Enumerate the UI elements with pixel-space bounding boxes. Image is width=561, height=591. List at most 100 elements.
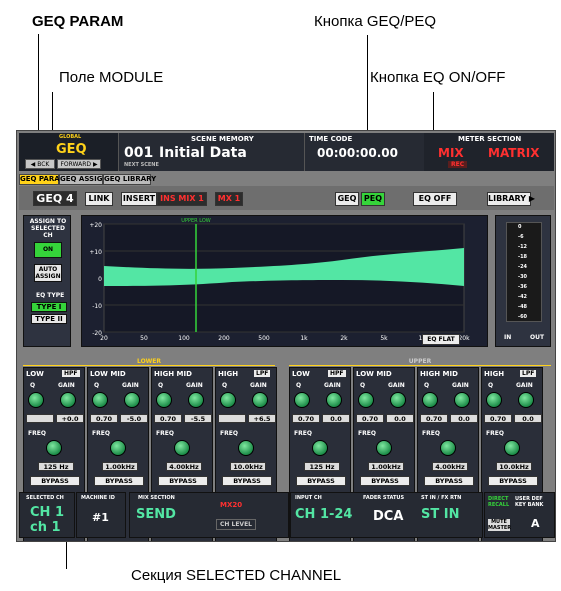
- gain-value: 0.0: [386, 414, 414, 423]
- q-knob[interactable]: [156, 392, 172, 408]
- hpf-button[interactable]: HPF: [62, 370, 80, 377]
- bypass-button[interactable]: BYPASS: [158, 476, 208, 486]
- x-tick-label: 2k: [340, 335, 348, 342]
- scene-title[interactable]: Initial Data: [159, 145, 247, 161]
- bypass-button[interactable]: BYPASS: [488, 476, 538, 486]
- user-def-label: USER DEF KEY BANK: [515, 496, 544, 508]
- freq-knob[interactable]: [312, 440, 328, 456]
- dca-button[interactable]: DCA: [373, 509, 403, 524]
- peq-button[interactable]: PEQ: [361, 192, 385, 206]
- q-knob[interactable]: [486, 392, 502, 408]
- forward-button[interactable]: FORWARD ▶: [57, 159, 101, 169]
- gain-value: +6.5: [248, 414, 276, 423]
- bypass-button[interactable]: BYPASS: [424, 476, 474, 486]
- q-label: Q: [30, 382, 36, 389]
- freq-label: FREQ: [486, 430, 504, 437]
- module-field[interactable]: GEQ 4: [33, 191, 77, 206]
- machine-id-label: MACHINE ID: [81, 495, 115, 501]
- insert-target[interactable]: INS MIX 1: [157, 192, 207, 206]
- link-button[interactable]: LINK: [85, 192, 113, 206]
- gain-knob[interactable]: [454, 392, 470, 408]
- freq-knob[interactable]: [238, 440, 254, 456]
- bypass-button[interactable]: BYPASS: [296, 476, 346, 486]
- x-tick-label: 200: [218, 335, 230, 342]
- gain-knob[interactable]: [252, 392, 268, 408]
- q-value: [26, 414, 54, 423]
- gain-knob[interactable]: [390, 392, 406, 408]
- eq-off-button[interactable]: EQ OFF: [413, 192, 457, 206]
- auto-assign-button[interactable]: AUTO ASSIGN: [34, 264, 62, 282]
- tab-geq-assign[interactable]: GEQ ASSIGN: [59, 174, 108, 185]
- gain-value: -5.0: [120, 414, 148, 423]
- gain-value: +0.0: [56, 414, 84, 423]
- eq-flat-button[interactable]: EQ FLAT: [422, 334, 460, 345]
- meter-out-label: OUT: [530, 334, 545, 341]
- freq-knob[interactable]: [110, 440, 126, 456]
- band-name: LOW: [26, 370, 44, 378]
- band-name: LOW MID: [90, 370, 126, 378]
- tab-geq-param[interactable]: GEQ PARAM: [19, 174, 67, 185]
- q-knob[interactable]: [294, 392, 310, 408]
- assign-on-button[interactable]: ON: [34, 242, 62, 258]
- mix-section-label: MIX SECTION: [138, 495, 175, 501]
- annotation-module-field: Поле MODULE: [59, 69, 164, 86]
- gain-knob[interactable]: [60, 392, 76, 408]
- q-knob[interactable]: [220, 392, 236, 408]
- input-ch-button[interactable]: CH 1-24: [295, 507, 352, 522]
- meter-scale-label: -30: [518, 274, 528, 280]
- annotation-geq-param: GEQ PARAM: [32, 13, 124, 30]
- freq-knob[interactable]: [504, 440, 520, 456]
- gain-value: 0.0: [322, 414, 350, 423]
- meter-in-label: IN: [504, 334, 512, 341]
- geq-button[interactable]: GEQ: [335, 192, 359, 206]
- bypass-button[interactable]: BYPASS: [94, 476, 144, 486]
- hpf-button[interactable]: HPF: [328, 370, 346, 377]
- direct-recall[interactable]: DIRECT RECALL: [488, 496, 509, 508]
- lpf-button[interactable]: LPF: [254, 370, 271, 377]
- eq-curve-graph[interactable]: UPPER LOW +20+100-10-20 20 50 100 200 500 1k 2…: [82, 216, 487, 346]
- mute-master-button[interactable]: MUTE MASTER: [488, 519, 511, 531]
- ch-level-button[interactable]: CH LEVEL: [216, 519, 257, 530]
- tab-geq-library[interactable]: GEQ LIBRARY: [103, 174, 156, 185]
- q-value: 0.70: [484, 414, 512, 423]
- q-knob[interactable]: [358, 392, 374, 408]
- type2-button[interactable]: TYPE II: [31, 314, 67, 324]
- rec-indicator: REC: [448, 161, 468, 168]
- freq-knob[interactable]: [174, 440, 190, 456]
- user-def-section: DIRECT RECALL USER DEF KEY BANK MUTE MAS…: [484, 492, 555, 538]
- meter-mix[interactable]: MIX: [438, 146, 464, 160]
- st-in-button[interactable]: ST IN: [421, 507, 459, 522]
- bypass-button[interactable]: BYPASS: [30, 476, 80, 486]
- bypass-button[interactable]: BYPASS: [360, 476, 410, 486]
- left-panel: ASSIGN TO SELECTED CH ON AUTO ASSIGN EQ …: [23, 215, 71, 347]
- q-label: Q: [424, 382, 430, 389]
- bypass-button[interactable]: BYPASS: [222, 476, 272, 486]
- gain-knob[interactable]: [326, 392, 342, 408]
- freq-knob[interactable]: [440, 440, 456, 456]
- level-meter: 0 -6 -12 -18 -24 -30 -36 -42 -48 -60 IN OUT: [495, 215, 551, 347]
- q-knob[interactable]: [422, 392, 438, 408]
- insert-target-2[interactable]: MX 1: [215, 192, 243, 206]
- machine-id: MACHINE ID #1: [76, 492, 126, 538]
- gain-knob[interactable]: [518, 392, 534, 408]
- x-tick-label: 5k: [380, 335, 388, 342]
- q-knob[interactable]: [92, 392, 108, 408]
- q-label: Q: [488, 382, 494, 389]
- q-knob[interactable]: [28, 392, 44, 408]
- x-tick-label: 1k: [300, 335, 308, 342]
- send-button[interactable]: SEND: [136, 507, 176, 522]
- assign-title: ASSIGN TO SELECTED CH: [29, 218, 67, 239]
- back-button[interactable]: ◀ BCK: [25, 159, 55, 169]
- library-button[interactable]: LIBRARY ▶: [487, 192, 535, 206]
- gain-knob[interactable]: [188, 392, 204, 408]
- selected-channel-section[interactable]: SELECTED CH CH 1 ch 1: [19, 492, 75, 538]
- freq-knob[interactable]: [46, 440, 62, 456]
- lpf-button[interactable]: LPF: [520, 370, 537, 377]
- fader-status-label: FADER STATUS: [363, 495, 405, 501]
- freq-knob[interactable]: [376, 440, 392, 456]
- machine-id-value: #1: [92, 511, 109, 524]
- gain-knob[interactable]: [124, 392, 140, 408]
- meter-matrix[interactable]: MATRIX: [488, 146, 539, 160]
- type1-button[interactable]: TYPE I: [31, 302, 67, 312]
- meter-section[interactable]: METER SECTION MIX MATRIX REC: [424, 133, 554, 171]
